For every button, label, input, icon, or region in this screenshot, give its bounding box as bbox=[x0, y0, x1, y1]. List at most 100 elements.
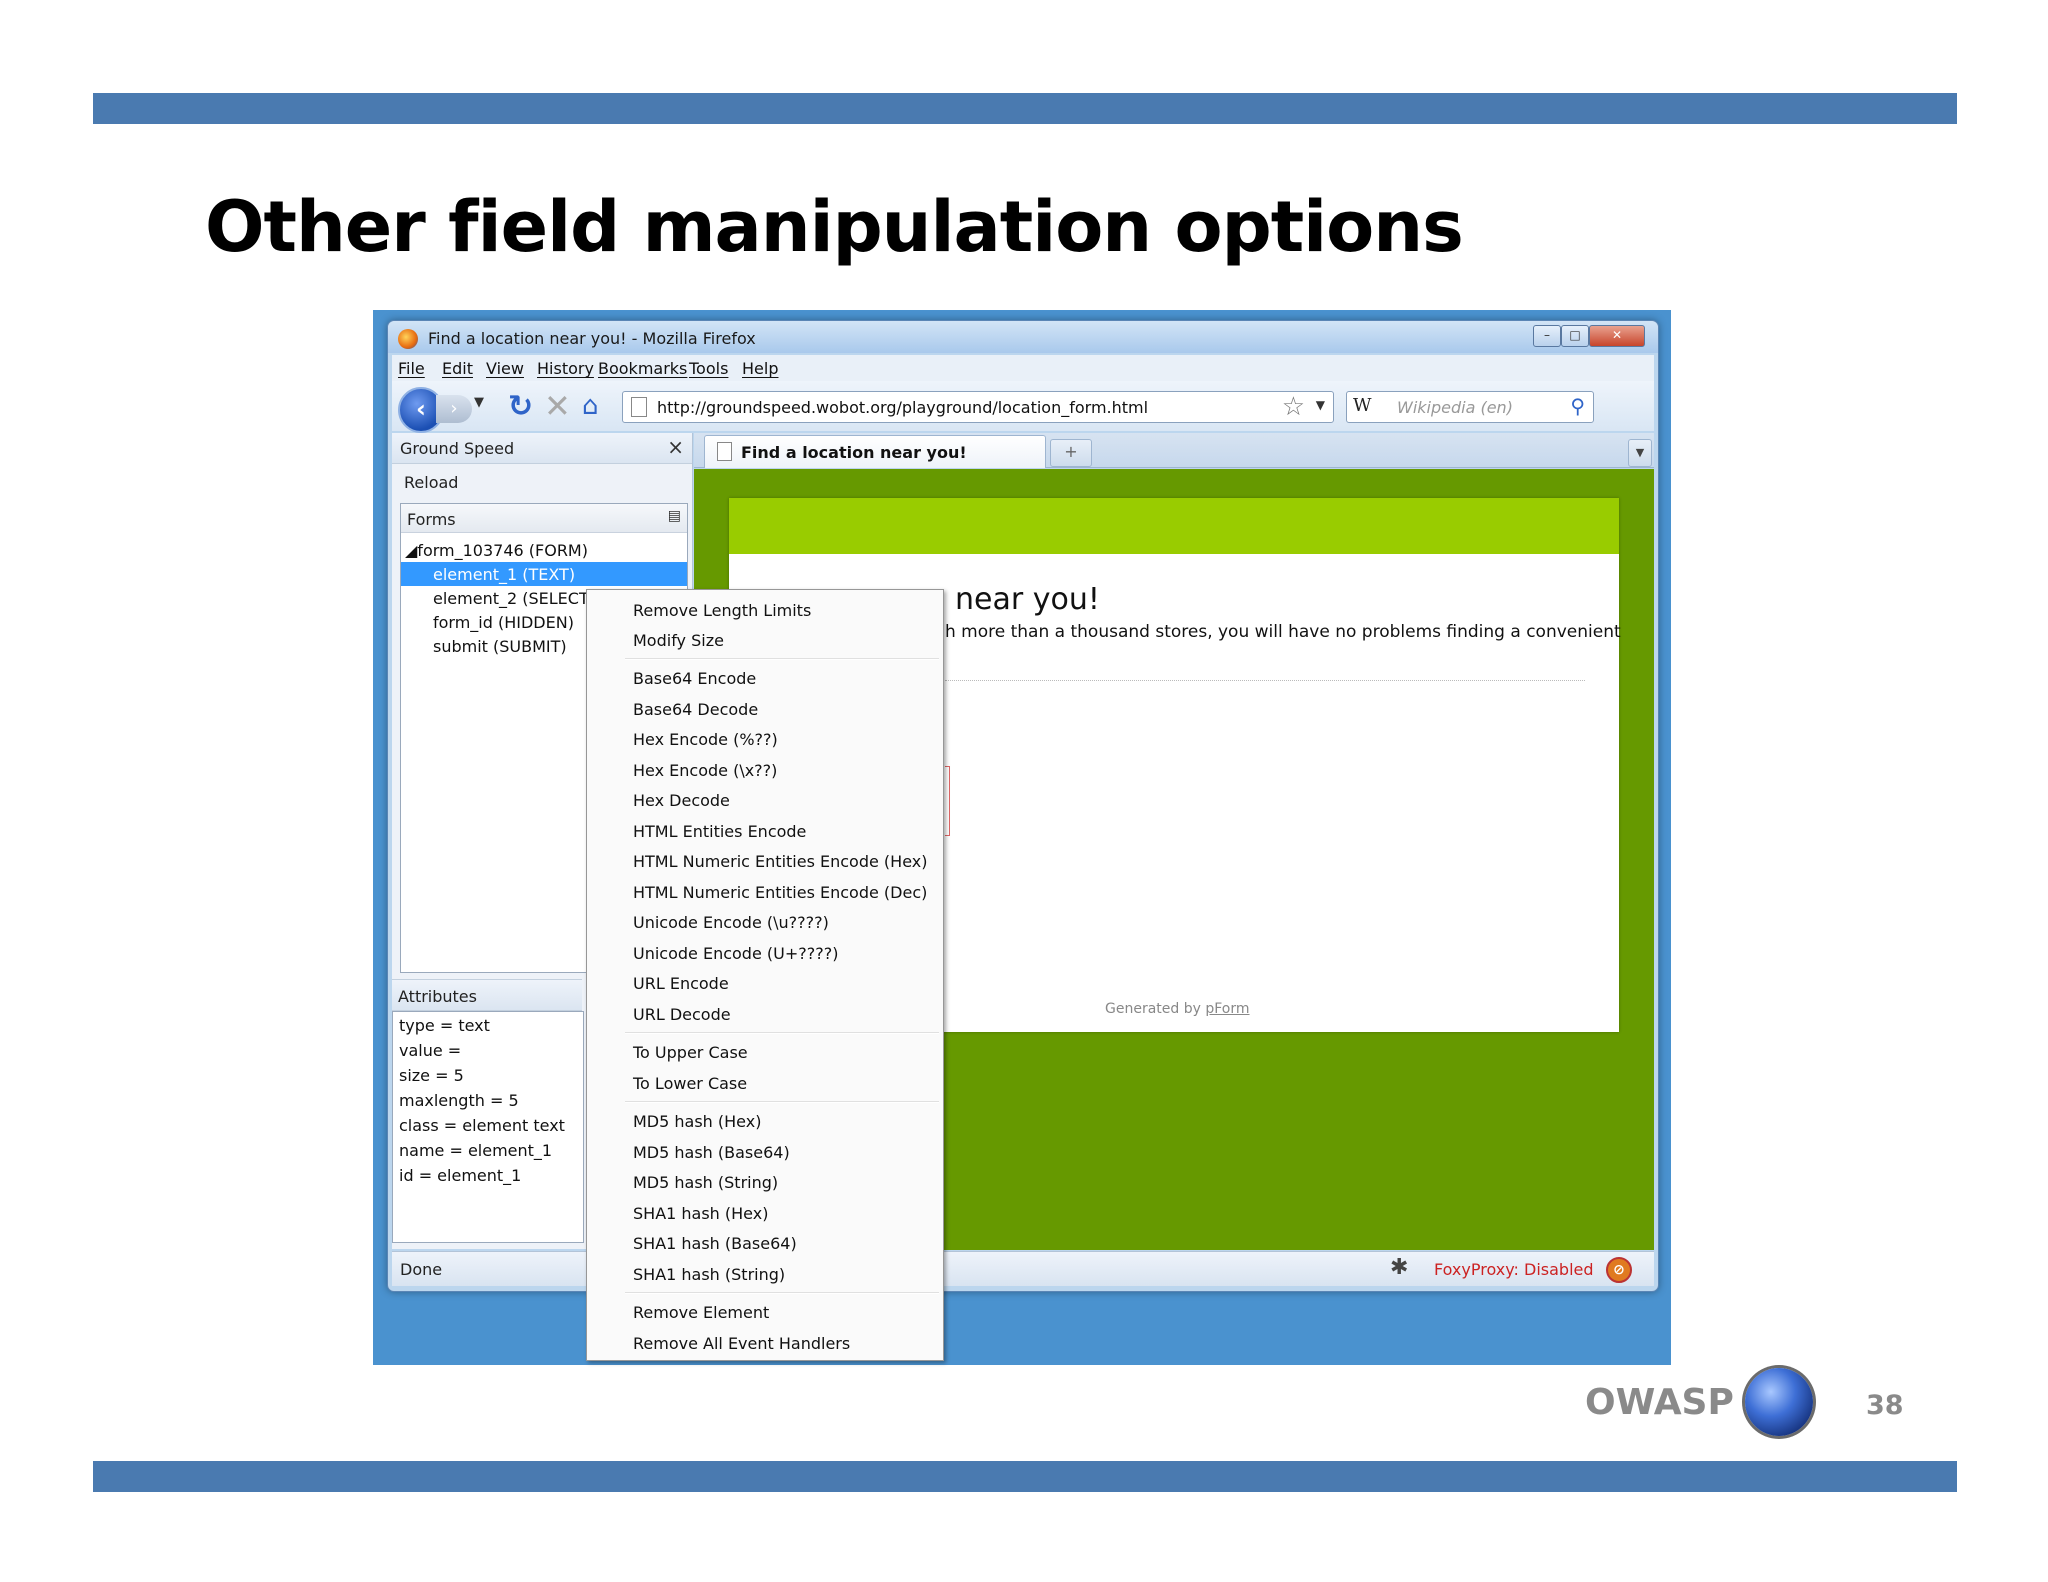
window-titlebar: Find a location near you! - Mozilla Fire… bbox=[388, 321, 1658, 353]
reload-icon[interactable]: ↻ bbox=[508, 389, 533, 424]
foxyproxy-status[interactable]: FoxyProxy: Disabled bbox=[1434, 1260, 1594, 1279]
window-title: Find a location near you! - Mozilla Fire… bbox=[428, 329, 756, 348]
tree-item-form[interactable]: ◢form_103746 (FORM) bbox=[401, 538, 687, 562]
tree-item-label: element_1 (TEXT) bbox=[433, 565, 576, 584]
menu-item-hex-encode-percent[interactable]: Hex Encode (%??) bbox=[633, 730, 778, 749]
status-text: Done bbox=[400, 1260, 443, 1279]
home-icon[interactable]: ⌂ bbox=[582, 391, 599, 421]
menu-item-hex-decode[interactable]: Hex Decode bbox=[633, 791, 730, 810]
menu-item-unicode-encode-uplus[interactable]: Unicode Encode (U+????) bbox=[633, 944, 838, 963]
attribute-row: id = element_1 bbox=[399, 1166, 522, 1185]
context-menu: Remove Length Limits Modify Size Base64 … bbox=[586, 589, 944, 1361]
menu-bookmarks[interactable]: Bookmarks bbox=[598, 359, 687, 378]
menu-item-md5-string[interactable]: MD5 hash (String) bbox=[633, 1173, 778, 1192]
attributes-label: Attributes bbox=[398, 987, 477, 1006]
menu-edit[interactable]: Edit bbox=[442, 359, 473, 378]
tree-item-label: submit (SUBMIT) bbox=[433, 637, 567, 656]
menu-bar: File Edit View History Bookmarks Tools H… bbox=[392, 355, 1654, 381]
close-button[interactable]: ✕ bbox=[1589, 325, 1645, 347]
new-tab-button[interactable]: + bbox=[1050, 439, 1092, 467]
menu-history[interactable]: History bbox=[537, 359, 594, 378]
navigation-toolbar: ‹ › ▼ ↻ ✕ ⌂ http://groundspeed.wobot.org… bbox=[392, 381, 1654, 433]
generated-by-text: Generated by pForm bbox=[1105, 1001, 1250, 1017]
bug-icon[interactable]: ✱ bbox=[1390, 1255, 1408, 1280]
menu-item-remove-element[interactable]: Remove Element bbox=[633, 1303, 769, 1322]
tree-item-element-1[interactable]: element_1 (TEXT) bbox=[401, 562, 687, 586]
forms-header: Forms ▤ bbox=[401, 504, 687, 533]
menu-item-modify-size[interactable]: Modify Size bbox=[633, 631, 724, 650]
menu-item-md5-base64[interactable]: MD5 hash (Base64) bbox=[633, 1143, 790, 1162]
menu-item-sha1-base64[interactable]: SHA1 hash (Base64) bbox=[633, 1234, 797, 1253]
sidebar-title: Ground Speed bbox=[400, 439, 515, 458]
tree-item-label: ◢form_103746 (FORM) bbox=[405, 541, 588, 560]
search-icon[interactable]: ⚲ bbox=[1570, 394, 1585, 418]
slide-title: Other field manipulation options bbox=[205, 186, 1464, 268]
tab-find-location[interactable]: Find a location near you! bbox=[704, 435, 1046, 468]
tree-item-label: form_id (HIDDEN) bbox=[433, 613, 574, 632]
menu-item-base64-decode[interactable]: Base64 Decode bbox=[633, 700, 758, 719]
close-icon[interactable]: × bbox=[667, 435, 684, 459]
menu-item-base64-encode[interactable]: Base64 Encode bbox=[633, 669, 756, 688]
menu-item-hex-encode-x[interactable]: Hex Encode (\x??) bbox=[633, 761, 777, 780]
search-placeholder: Wikipedia (en) bbox=[1397, 398, 1513, 417]
forward-button[interactable]: › bbox=[436, 395, 472, 423]
menu-item-sha1-string[interactable]: SHA1 hash (String) bbox=[633, 1265, 785, 1284]
menu-item-html-numeric-dec[interactable]: HTML Numeric Entities Encode (Dec) bbox=[633, 883, 927, 902]
firefox-window: Find a location near you! - Mozilla Fire… bbox=[387, 320, 1659, 1292]
attribute-row: class = element text bbox=[399, 1116, 565, 1135]
foxyproxy-icon[interactable]: ⊘ bbox=[1606, 1257, 1632, 1283]
footer-brand: OWASP bbox=[1585, 1382, 1734, 1423]
menu-item-url-decode[interactable]: URL Decode bbox=[633, 1005, 731, 1024]
url-bar[interactable]: http://groundspeed.wobot.org/playground/… bbox=[622, 391, 1334, 423]
menu-item-remove-event-handlers[interactable]: Remove All Event Handlers bbox=[633, 1334, 850, 1353]
menu-item-html-entities-encode[interactable]: HTML Entities Encode bbox=[633, 822, 806, 841]
menu-item-html-numeric-hex[interactable]: HTML Numeric Entities Encode (Hex) bbox=[633, 852, 927, 871]
page-icon bbox=[631, 397, 647, 417]
owasp-logo-icon bbox=[1745, 1368, 1813, 1436]
menu-separator bbox=[625, 658, 939, 660]
attribute-row: size = 5 bbox=[399, 1066, 464, 1085]
reload-button[interactable]: Reload bbox=[404, 473, 458, 492]
pform-link[interactable]: pForm bbox=[1205, 1001, 1249, 1017]
maximize-button[interactable]: □ bbox=[1561, 325, 1589, 347]
menu-file[interactable]: File bbox=[398, 359, 425, 378]
highlighted-field-edge[interactable] bbox=[945, 766, 950, 836]
firefox-logo-icon bbox=[398, 329, 418, 349]
menu-item-to-lower-case[interactable]: To Lower Case bbox=[633, 1074, 747, 1093]
tab-strip: Find a location near you! + ▼ bbox=[694, 433, 1654, 468]
bookmark-star-icon[interactable]: ☆ bbox=[1282, 392, 1305, 422]
menu-view[interactable]: View bbox=[486, 359, 524, 378]
menu-separator bbox=[625, 1101, 939, 1103]
tab-list-icon[interactable]: ▼ bbox=[1628, 439, 1652, 467]
menu-item-md5-hex[interactable]: MD5 hash (Hex) bbox=[633, 1112, 761, 1131]
page-heading: near you! bbox=[955, 582, 1100, 617]
status-bar: Done ✱ FoxyProxy: Disabled ⊘ bbox=[392, 1251, 1654, 1286]
url-text: http://groundspeed.wobot.org/playground/… bbox=[657, 398, 1149, 417]
menu-help[interactable]: Help bbox=[742, 359, 778, 378]
generated-by-label: Generated by bbox=[1105, 1001, 1206, 1017]
attribute-row: name = element_1 bbox=[399, 1141, 553, 1160]
page-number: 38 bbox=[1866, 1390, 1904, 1421]
history-dropdown-icon[interactable]: ▼ bbox=[474, 395, 484, 410]
search-bar[interactable]: W Wikipedia (en) ⚲ bbox=[1346, 391, 1594, 423]
attribute-row: type = text bbox=[399, 1016, 490, 1035]
tab-label: Find a location near you! bbox=[741, 443, 967, 462]
menu-tools[interactable]: Tools bbox=[689, 359, 728, 378]
attributes-list: type = text value = size = 5 maxlength =… bbox=[392, 1011, 584, 1243]
menu-item-unicode-encode-u[interactable]: Unicode Encode (\u????) bbox=[633, 913, 829, 932]
page-icon bbox=[717, 442, 732, 461]
column-picker-icon[interactable]: ▤ bbox=[668, 508, 681, 524]
menu-item-to-upper-case[interactable]: To Upper Case bbox=[633, 1043, 748, 1062]
attribute-row: maxlength = 5 bbox=[399, 1091, 519, 1110]
menu-separator bbox=[625, 1292, 939, 1294]
menu-separator bbox=[625, 1032, 939, 1034]
attribute-row: value = bbox=[399, 1041, 462, 1060]
stop-icon[interactable]: ✕ bbox=[544, 387, 571, 425]
menu-item-url-encode[interactable]: URL Encode bbox=[633, 974, 729, 993]
menu-item-remove-length-limits[interactable]: Remove Length Limits bbox=[633, 601, 811, 620]
url-dropdown-icon[interactable]: ▼ bbox=[1316, 398, 1325, 412]
minimize-button[interactable]: – bbox=[1533, 325, 1561, 347]
menu-item-sha1-hex[interactable]: SHA1 hash (Hex) bbox=[633, 1204, 768, 1223]
screenshot-frame: Find a location near you! - Mozilla Fire… bbox=[373, 310, 1671, 1365]
wikipedia-icon[interactable]: W bbox=[1353, 395, 1372, 416]
